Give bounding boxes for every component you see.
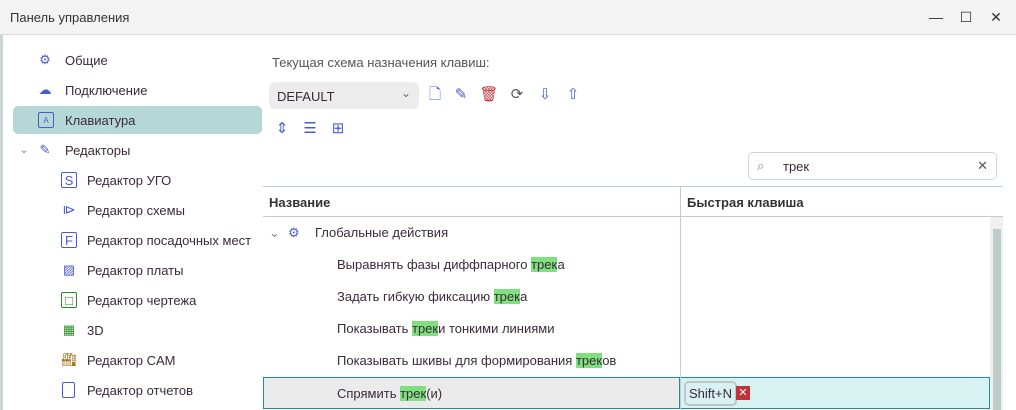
text: а	[557, 257, 565, 272]
column-shortcut[interactable]: Быстрая клавиша	[687, 195, 804, 210]
panel-border	[0, 35, 3, 410]
schematic-icon: ⧐	[62, 202, 76, 217]
window-title: Панель управления	[10, 10, 130, 25]
f-box-icon: F	[61, 232, 77, 248]
scheme-dropdown[interactable]: DEFAULT ⌄	[269, 82, 419, 109]
sidebar-item-general[interactable]: ⚙ Общие	[13, 46, 262, 74]
search-icon: ⌕	[757, 158, 765, 173]
remove-shortcut-icon[interactable]: ✕	[736, 386, 750, 400]
add-shortcut-icon[interactable]: ⊞	[328, 119, 348, 139]
sidebar-item-label: Общие	[65, 53, 108, 68]
text: Показывать шкивы для формирования	[337, 353, 576, 368]
action-name: Показывать шкивы для формирования треков	[337, 353, 616, 368]
3d-icon: ▦	[62, 322, 76, 337]
sidebar-item-label: Редакторы	[65, 143, 131, 158]
clear-search-icon[interactable]: ✕	[977, 158, 988, 174]
gear-icon: ⚙	[288, 225, 300, 240]
chevron-down-icon[interactable]: ⌄	[16, 142, 32, 158]
chip-icon: □	[61, 292, 77, 308]
search-highlight: трек	[400, 386, 427, 401]
edit-icon[interactable]: ✎	[451, 85, 471, 105]
pencil-icon: ✎	[39, 142, 51, 157]
chevron-down-icon[interactable]: ⌄	[269, 225, 280, 241]
sidebar-item-ugo-editor[interactable]: S Редактор УГО	[13, 166, 262, 194]
sidebar-item-keyboard[interactable]: A Клавиатура	[13, 106, 262, 134]
export-icon[interactable]: ⇧	[563, 85, 583, 105]
text: Показывать	[337, 321, 412, 336]
sidebar-item-label: Клавиатура	[65, 113, 136, 128]
text: ов	[602, 353, 617, 368]
sidebar-item-label: Редактор посадочных мест	[87, 233, 252, 248]
collapse-all-icon[interactable]: ☰	[300, 119, 320, 139]
scrollbar-thumb[interactable]	[993, 229, 1001, 410]
scheme-label: Текущая схема назначения клавиш:	[272, 55, 490, 70]
sidebar-item-label: Редактор отчетов	[87, 383, 193, 398]
delete-icon[interactable]: 🗑	[479, 85, 499, 105]
title-bar: Панель управления — ☐ ✕	[0, 0, 1016, 35]
sidebar-item-label: 3D	[87, 323, 104, 338]
cloud-icon: ☁	[38, 82, 52, 97]
sidebar-item-label: Редактор чертежа	[87, 293, 197, 308]
factory-icon: 🏭︎	[61, 352, 78, 367]
sidebar-item-3d[interactable]: ▦ 3D	[13, 316, 262, 344]
action-name: Выравнять фазы диффпарного трека	[337, 257, 565, 272]
refresh-icon[interactable]: ⟳	[507, 85, 527, 105]
column-divider	[680, 186, 681, 410]
text: (и)	[426, 386, 443, 401]
table-row[interactable]: Показывать треки тонкими линиями	[263, 313, 990, 345]
sidebar-item-report-editor[interactable]: Редактор отчетов	[13, 376, 262, 404]
keyboard-icon: A	[38, 112, 54, 128]
table-row[interactable]: Показывать шкивы для формирования треков	[263, 345, 990, 377]
new-scheme-icon[interactable]: 🗋	[425, 85, 445, 105]
table-row[interactable]: Задать гибкую фиксацию трека	[263, 281, 990, 313]
search-highlight: трек	[531, 257, 558, 272]
board-icon: ▨	[62, 262, 76, 277]
sidebar-item-label: Подключение	[65, 83, 148, 98]
table-header: Название Быстрая клавиша	[263, 186, 1003, 217]
sidebar-item-label: Редактор схемы	[87, 203, 185, 218]
column-name[interactable]: Название	[269, 195, 330, 210]
text: и тонкими линиями	[438, 321, 555, 336]
sidebar-item-schematic-editor[interactable]: ⧐ Редактор схемы	[13, 196, 262, 224]
sidebar-item-cam-editor[interactable]: 🏭︎ Редактор CAM	[13, 346, 262, 374]
scheme-value: DEFAULT	[277, 89, 335, 104]
sidebar-item-footprint-editor[interactable]: F Редактор посадочных мест	[13, 226, 262, 254]
text: а	[520, 289, 528, 304]
report-icon	[62, 382, 75, 398]
search-highlight: трек	[493, 289, 521, 304]
text: Выравнять фазы диффпарного	[337, 257, 532, 272]
shortcut-chip[interactable]: Shift+N	[684, 381, 737, 406]
table-row[interactable]: Спрямить трек(и) Shift+N ✕	[263, 377, 990, 409]
expand-all-icon[interactable]: ⇕	[272, 119, 292, 139]
gear-icon: ⚙	[39, 52, 51, 67]
sidebar-item-label: Редактор УГО	[87, 173, 172, 188]
action-name: Задать гибкую фиксацию трека	[337, 289, 527, 304]
close-button[interactable]: ✕	[982, 6, 1010, 28]
group-label: Глобальные действия	[315, 225, 449, 240]
action-name: Спрямить трек(и)	[337, 386, 442, 401]
search-highlight: трек	[411, 321, 439, 336]
search-input[interactable]: ⌕ трек ✕	[748, 152, 997, 180]
table-group-row[interactable]: ⌄ ⚙ Глобальные действия	[263, 217, 990, 249]
action-name: Показывать треки тонкими линиями	[337, 321, 554, 336]
sidebar-item-editors[interactable]: ⌄ ✎ Редакторы	[13, 136, 262, 164]
chevron-down-icon: ⌄	[400, 86, 411, 100]
maximize-button[interactable]: ☐	[952, 6, 980, 28]
name-cell	[264, 378, 680, 408]
text: Спрямить	[337, 386, 401, 401]
s-box-icon: S	[61, 172, 77, 188]
minimize-button[interactable]: —	[922, 6, 950, 28]
sidebar-item-label: Редактор CAM	[87, 353, 176, 368]
sidebar-item-board-editor[interactable]: ▨ Редактор платы	[13, 256, 262, 284]
sidebar-item-label: Редактор платы	[87, 263, 184, 278]
import-icon[interactable]: ⇩	[535, 85, 555, 105]
text: Задать гибкую фиксацию	[337, 289, 494, 304]
table-row[interactable]: Выравнять фазы диффпарного трека	[263, 249, 990, 281]
sidebar-item-connection[interactable]: ☁ Подключение	[13, 76, 262, 104]
search-highlight: трек	[575, 353, 603, 368]
sidebar-item-drawing-editor[interactable]: □ Редактор чертежа	[13, 286, 262, 314]
search-value: трек	[783, 159, 810, 174]
